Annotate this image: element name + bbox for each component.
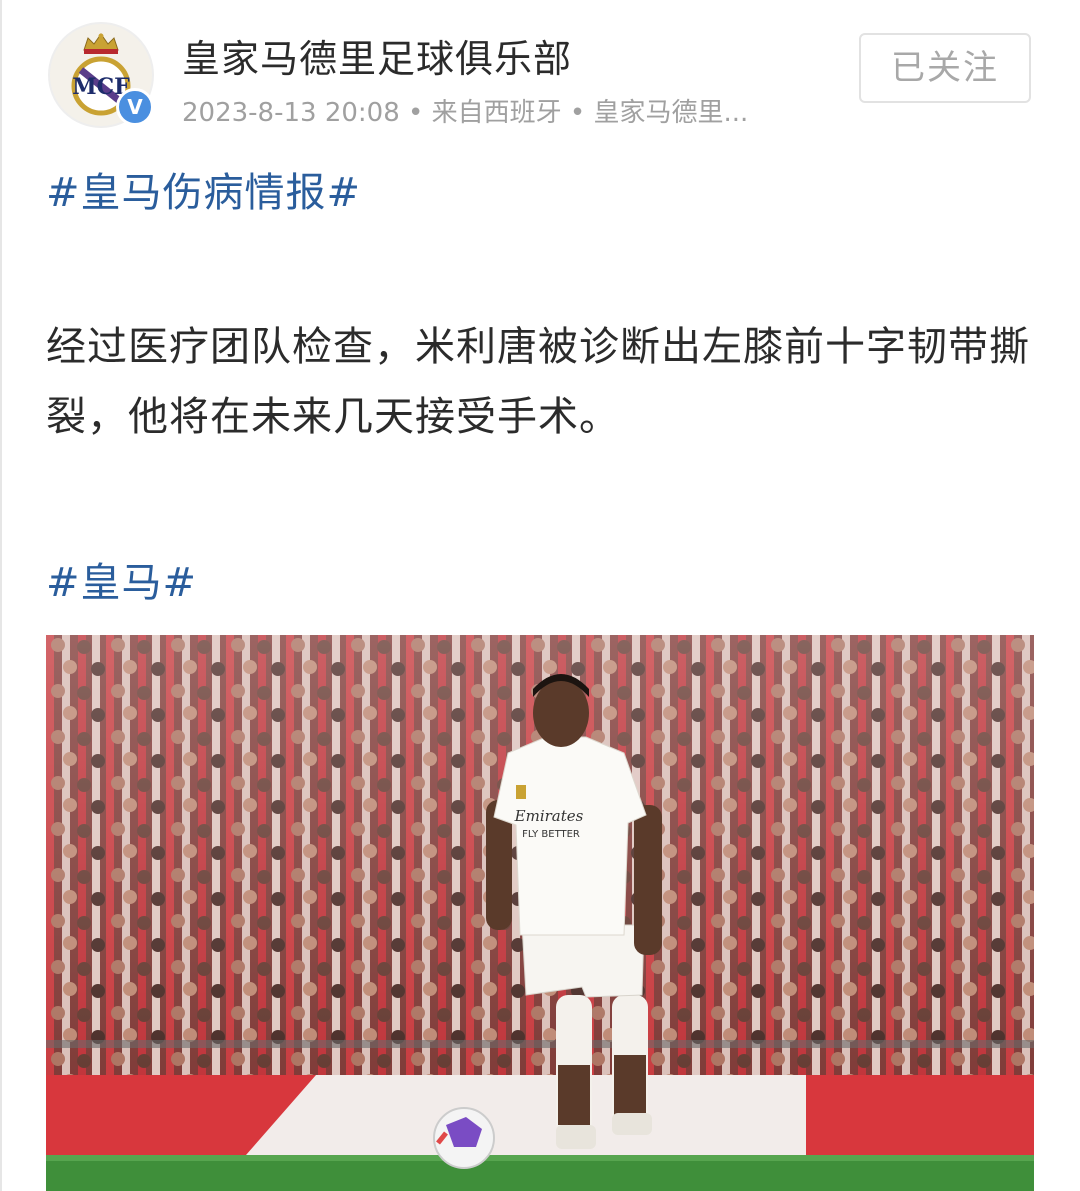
jersey-slogan: FLY BETTER xyxy=(522,829,580,840)
hashtag-real-madrid[interactable]: #皇马# xyxy=(46,550,197,608)
verified-icon: V xyxy=(116,88,154,126)
player-head xyxy=(533,679,589,747)
player-arm-right xyxy=(634,805,662,955)
follow-button[interactable]: 已关注 xyxy=(859,33,1031,103)
player-photo: Emirates FLY BETTER xyxy=(46,635,1034,1191)
jersey-sponsor: Emirates xyxy=(514,807,584,825)
page-edge xyxy=(0,0,2,1191)
post-header: MCF V 皇家马德里足球俱乐部 2023-8-13 20:08 • 来自西班牙… xyxy=(0,0,1080,140)
post-meta: 2023-8-13 20:08 • 来自西班牙 • 皇家马德里... xyxy=(182,98,749,128)
hashtag-injury-report[interactable]: #皇马伤病情报# xyxy=(46,160,361,218)
post-body: 经过医疗团队检查，米利唐被诊断出左膝前十字韧带撕裂，他将在未来几天接受手术。 xyxy=(46,324,1030,440)
post-photo[interactable]: Emirates FLY BETTER xyxy=(46,635,1034,1191)
account-name[interactable]: 皇家马德里足球俱乐部 xyxy=(182,28,572,83)
